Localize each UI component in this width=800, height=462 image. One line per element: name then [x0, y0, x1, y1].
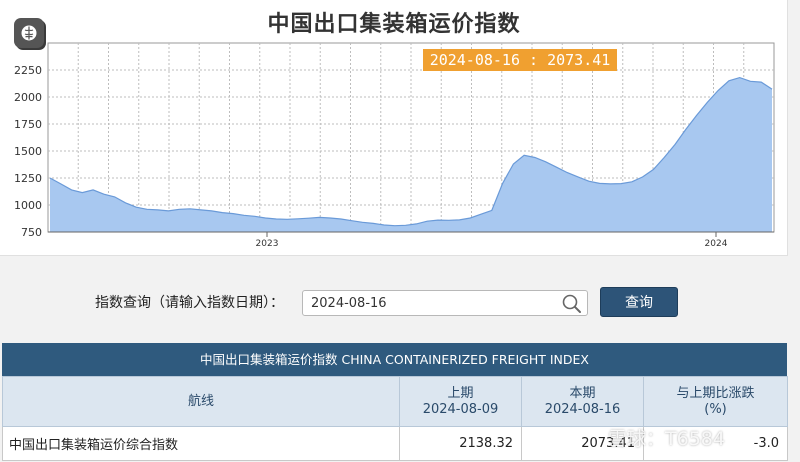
watermark: 雪球：T6584	[608, 428, 725, 450]
y-tick-label: 1000	[14, 199, 42, 212]
page: 750 1000 1250 1500 1750 2000 2250 2023 2024 中国出口…	[0, 0, 800, 462]
y-tick-label: 1750	[14, 118, 42, 131]
y-tick-label: 750	[21, 226, 42, 239]
search-icon[interactable]	[561, 293, 583, 315]
header-change: 与上期比涨跌 (%)	[643, 376, 788, 427]
chart-tooltip: 2024-08-16 : 2073.41	[423, 49, 617, 71]
y-tick-label: 2250	[14, 64, 42, 77]
index-chart[interactable]: 750 1000 1250 1500 1750 2000 2250 2023 2024	[0, 0, 788, 256]
x-tick-label: 2024	[705, 239, 728, 249]
previous-value-cell: 2138.32	[399, 426, 522, 461]
y-tick-label: 1500	[14, 145, 42, 158]
x-tick-label: 2023	[256, 239, 279, 249]
query-button[interactable]: 查询	[600, 287, 678, 317]
date-search-box	[302, 290, 588, 316]
route-cell[interactable]: 中国出口集装箱运价综合指数	[2, 426, 400, 461]
chart-panel: 750 1000 1250 1500 1750 2000 2250 2023 2024 中国出口…	[0, 0, 788, 256]
y-tick-label: 2000	[14, 91, 42, 104]
search-label: 指数查询（请输入指数日期）：	[95, 295, 284, 311]
header-current: 本期 2024-08-16	[521, 376, 644, 427]
logo-button[interactable]	[14, 18, 44, 48]
table-header-row: 航线 上期 2024-08-09 本期 2024-08-16 与上期比涨跌 (%)	[2, 376, 788, 427]
date-search-input[interactable]	[311, 291, 551, 315]
y-tick-label: 1250	[14, 172, 42, 185]
table-caption: 中国出口集装箱运价指数 CHINA CONTAINERIZED FREIGHT …	[2, 343, 787, 376]
header-route: 航线	[2, 376, 400, 427]
chart-title: 中国出口集装箱运价指数	[267, 12, 521, 37]
brain-icon	[21, 25, 37, 41]
header-previous: 上期 2024-08-09	[399, 376, 522, 427]
